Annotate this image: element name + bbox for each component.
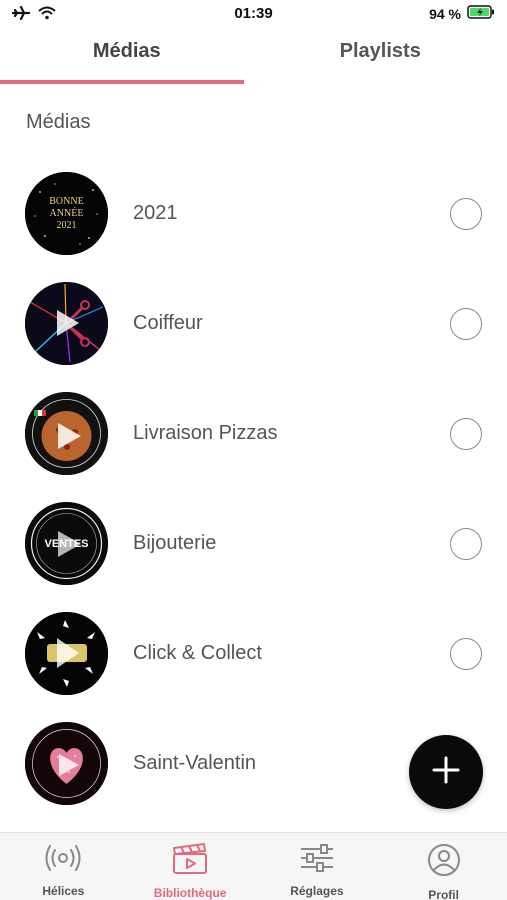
media-thumbnail: BONNE ANNÉE 2021 [25, 172, 108, 255]
media-label: Coiffeur [133, 312, 203, 334]
select-radio[interactable] [450, 308, 482, 340]
nav-item-bibliotheque[interactable]: Bibliothèque [127, 833, 254, 900]
media-label: Livraison Pizzas [133, 422, 278, 444]
battery-icon [467, 5, 495, 22]
svg-text:2021: 2021 [57, 220, 77, 231]
profile-icon [427, 843, 461, 882]
plus-icon [431, 755, 461, 790]
sliders-icon [299, 843, 335, 878]
broadcast-icon [45, 843, 81, 878]
media-thumbnail: VENTES [25, 502, 108, 585]
status-bar: 01:39 94 % [0, 0, 507, 30]
svg-text:BONNE: BONNE [49, 196, 83, 207]
nav-item-reglages[interactable]: Réglages [254, 833, 381, 900]
media-row-click-collect[interactable]: Click & Collect [0, 598, 507, 708]
nav-item-helices[interactable]: Hélices [0, 833, 127, 900]
media-thumbnail [25, 282, 108, 365]
battery-percentage: 94 % [429, 5, 461, 22]
active-tab-indicator [0, 80, 244, 84]
select-radio[interactable] [450, 638, 482, 670]
add-media-button[interactable] [409, 735, 483, 809]
media-thumbnail [25, 722, 108, 805]
nav-item-profil[interactable]: Profil [380, 833, 507, 900]
nav-label: Hélices [42, 884, 85, 898]
svg-text:ANNÉE: ANNÉE [50, 207, 84, 219]
media-row-2021[interactable]: BONNE ANNÉE 2021 2021 [0, 158, 507, 268]
tab-medias[interactable]: Médias [0, 30, 254, 86]
media-row-coiffeur[interactable]: Coiffeur [0, 268, 507, 378]
media-label: Bijouterie [133, 532, 217, 554]
nav-label: Réglages [290, 884, 344, 898]
clapperboard-icon [172, 843, 208, 880]
status-right: 94 % [429, 5, 495, 22]
media-label: Click & Collect [133, 642, 262, 664]
select-radio[interactable] [450, 198, 482, 230]
nav-label: Bibliothèque [153, 886, 227, 900]
section-title: Médias [26, 111, 91, 133]
media-thumbnail [25, 612, 108, 695]
bottom-navigation: Hélices Bibliothèque Réglages Profil [0, 832, 507, 900]
tab-playlists[interactable]: Playlists [254, 30, 507, 86]
nav-label: Profil [428, 888, 459, 900]
media-row-bijouterie[interactable]: VENTES Bijouterie [0, 488, 507, 598]
media-label: 2021 [133, 202, 178, 224]
media-thumbnail [25, 392, 108, 475]
tab-bar: Médias Playlists [0, 30, 507, 86]
media-label: Saint-Valentin [133, 752, 257, 774]
select-radio[interactable] [450, 418, 482, 450]
media-list: BONNE ANNÉE 2021 2021 Coiffeur Livraison… [0, 158, 507, 818]
media-row-livraison-pizzas[interactable]: Livraison Pizzas [0, 378, 507, 488]
select-radio[interactable] [450, 528, 482, 560]
